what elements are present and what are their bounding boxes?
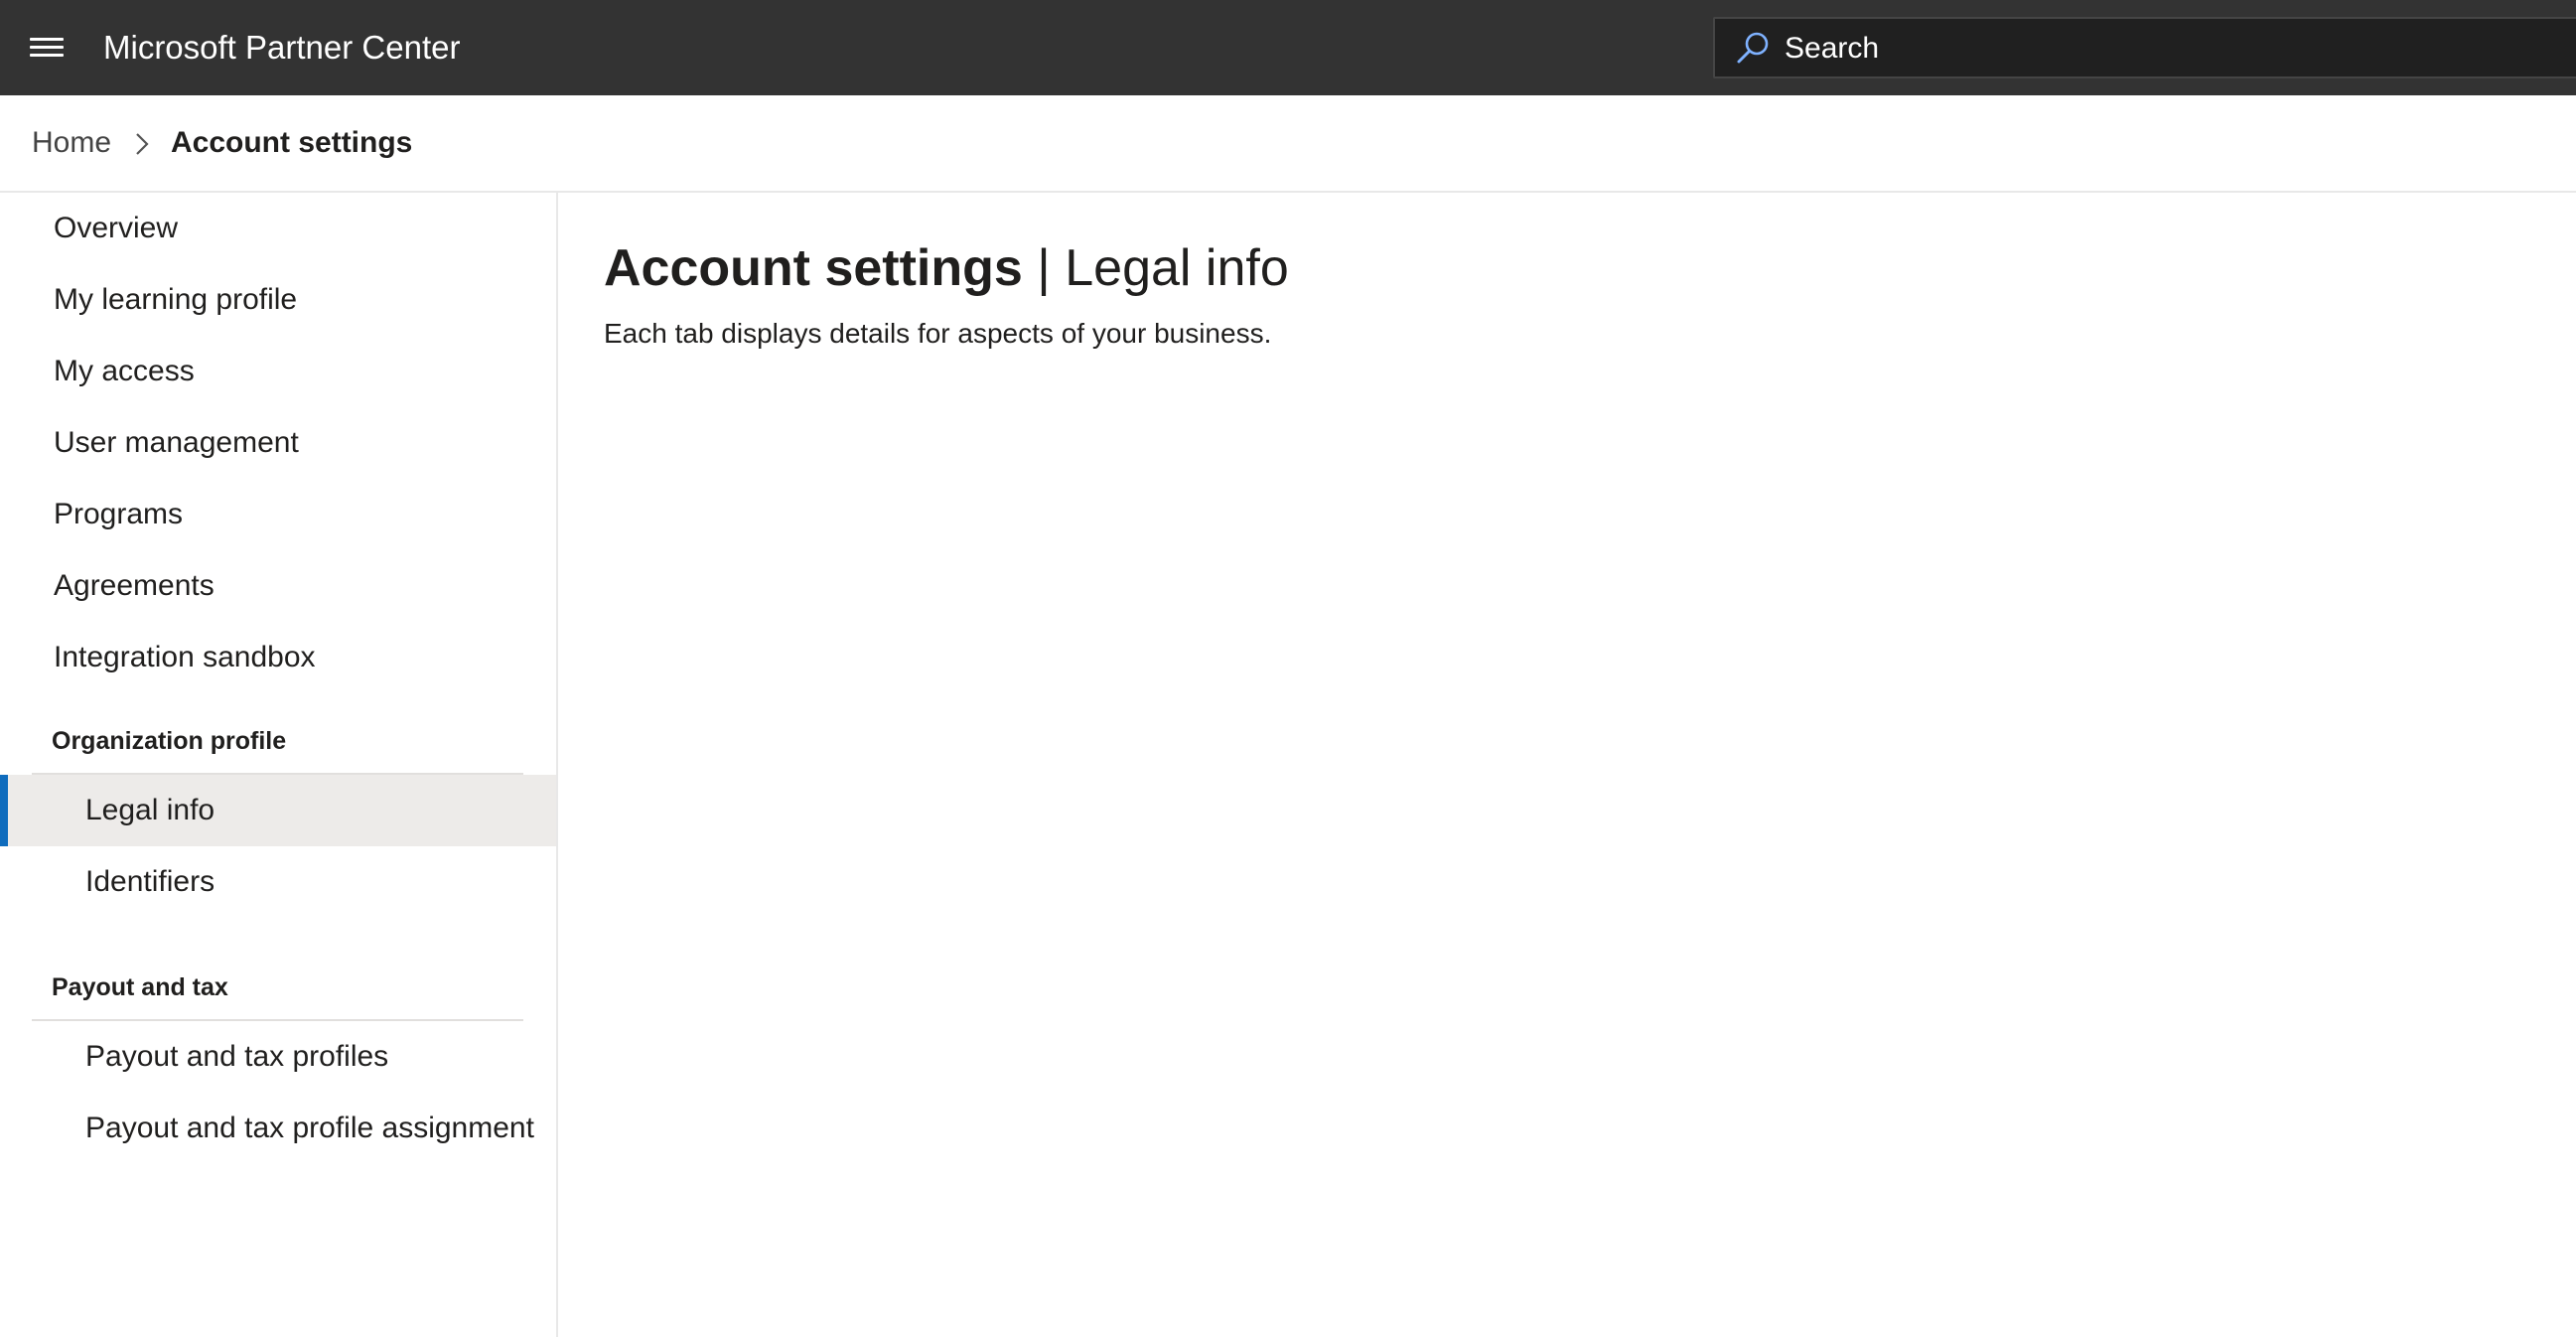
breadcrumb-home-link[interactable]: Home <box>32 123 111 163</box>
sidebar-item-payout-and-tax-profiles[interactable]: Payout and tax profiles <box>0 1021 556 1093</box>
page-title-primary: Account settings <box>604 239 1023 297</box>
page-title-secondary: Legal info <box>1065 239 1289 297</box>
breadcrumb-current: Account settings <box>171 126 413 159</box>
sidebar-item-agreements[interactable]: Agreements <box>0 550 556 622</box>
page-description: Each tab displays details for aspects of… <box>604 318 1272 349</box>
sidebar-item-overview[interactable]: Overview <box>0 193 556 264</box>
app-title[interactable]: Microsoft Partner Center <box>103 28 460 68</box>
sidebar: Overview My learning profile My access U… <box>0 193 558 1337</box>
main-content: Account settings | Legal info Each tab d… <box>558 193 2576 1337</box>
sidebar-item-my-learning-profile[interactable]: My learning profile <box>0 264 556 336</box>
hamburger-menu-icon[interactable] <box>30 36 64 60</box>
search-icon <box>1737 32 1769 64</box>
search-input[interactable] <box>1785 27 2559 71</box>
page-title-separator: | <box>1022 239 1066 297</box>
page-title: Account settings | Legal info <box>604 236 1289 300</box>
sidebar-item-legal-info[interactable]: Legal info <box>0 775 556 846</box>
chevron-right-icon <box>136 133 149 155</box>
search-box[interactable] <box>1713 17 2576 78</box>
section-title-organization-profile: Organization profile <box>52 727 287 755</box>
breadcrumb: Home Account settings <box>0 95 2576 193</box>
sidebar-item-identifiers[interactable]: Identifiers <box>0 846 556 918</box>
sidebar-item-integration-sandbox[interactable]: Integration sandbox <box>0 622 556 693</box>
sidebar-item-my-access[interactable]: My access <box>0 336 556 407</box>
sidebar-item-user-management[interactable]: User management <box>0 407 556 479</box>
top-bar: Microsoft Partner Center <box>0 0 2576 95</box>
section-title-payout-and-tax: Payout and tax <box>52 973 228 1001</box>
sidebar-item-payout-and-tax-profile-assignment[interactable]: Payout and tax profile assignment <box>0 1093 556 1164</box>
sidebar-item-programs[interactable]: Programs <box>0 479 556 550</box>
